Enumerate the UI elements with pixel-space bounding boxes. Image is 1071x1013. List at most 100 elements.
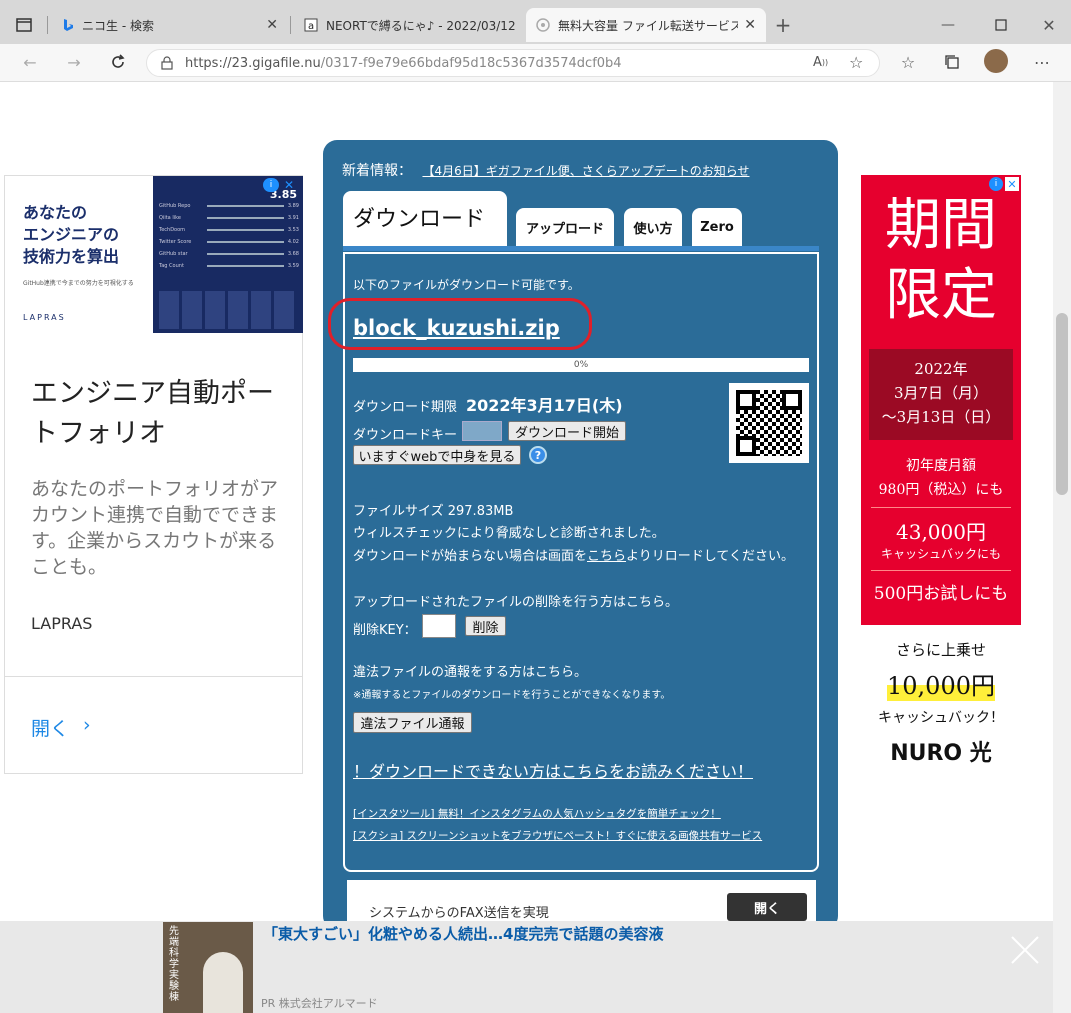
url-host: https://23.gigafile.nu	[185, 55, 321, 71]
ad-brand: LAPRAS	[31, 614, 93, 633]
address-bar[interactable]: https://23.gigafile.nu/0317-f9e79e66bdaf…	[146, 49, 880, 77]
tab-download[interactable]: ダウンロード	[343, 191, 507, 247]
tab-gigafile[interactable]: 無料大容量 ファイル転送サービス Gi ✕	[526, 8, 766, 42]
bottom-ad-headline[interactable]: 「東大すごい」化粧やめる人続出…4度完売で話題の美容液	[263, 923, 663, 944]
tab-title: ニコ生 - 検索	[82, 18, 154, 33]
reload-link[interactable]: こちら	[587, 549, 626, 564]
chevron-right-icon: ›	[83, 714, 91, 736]
virus-check: ウィルスチェックにより脅威なしと診断されました。	[353, 526, 665, 541]
tab-zero[interactable]: Zero	[692, 208, 742, 246]
delete-intro: アップロードされたファイルの削除を行う方はこちら。	[353, 595, 679, 610]
fax-ad-open-button[interactable]: 開く	[727, 893, 807, 921]
back-icon[interactable]: ←	[16, 49, 44, 75]
close-tab-icon[interactable]: ✕	[744, 17, 756, 33]
banner-line: エンジニアの	[23, 225, 120, 244]
banner-line: 技術力を算出	[23, 247, 120, 266]
profile-avatar[interactable]	[984, 49, 1008, 73]
key-label: ダウンロードキー	[353, 428, 458, 443]
close-ad-icon[interactable]: ✕	[281, 178, 297, 192]
tab-title: 無料大容量 ファイル転送サービス Gi	[558, 18, 739, 33]
minimize-icon[interactable]: —	[935, 12, 961, 38]
refresh-icon[interactable]	[104, 49, 132, 75]
favorites-icon[interactable]: ☆	[896, 50, 920, 74]
progress-text: 0%	[573, 360, 589, 370]
fax-ad-text: システムからのFAX送信を実現	[369, 906, 549, 921]
divider	[5, 676, 302, 677]
ad-headline: エンジニア自動ポートフォリオ	[31, 378, 274, 449]
score-card-image: 3.85 GitHub Repo 3.89 Qiita like 3.91 Tech…	[153, 176, 303, 333]
tab-upload[interactable]: アップロード	[516, 208, 614, 246]
open-label: 開く	[31, 718, 70, 740]
promo-bonus: さらに上乗せ 10,000円 キャッシュバック！ NURO 光	[861, 625, 1021, 774]
news-bar: 新着情報： 【4月6日】ギガファイル便、さくらアップデートのお知らせ	[342, 160, 750, 180]
promo-big: 期間	[885, 193, 997, 258]
page-scrollbar[interactable]	[1053, 82, 1071, 1013]
lock-icon	[161, 56, 173, 70]
insta-tool-link[interactable]: [インスタツール] 無料！インスタグラムの人気ハッシュタグを簡単チェック！	[353, 806, 721, 821]
read-aloud-icon[interactable]: A))	[813, 55, 828, 70]
tag-grid-image	[159, 291, 297, 329]
report-intro: 違法ファイルの通報をする方はこちら。	[353, 665, 588, 680]
download-start-button[interactable]: ダウンロード開始	[508, 421, 626, 441]
promo-offers: 初年度月額 980円（税込）にも 43,000円 キャッシュバックにも 500円…	[861, 455, 1021, 604]
close-tab-icon[interactable]: ✕	[266, 17, 278, 33]
download-intro: 以下のファイルがダウンロード可能です。	[353, 278, 580, 292]
file-size: ファイルサイズ 297.83MB	[353, 504, 514, 519]
url-path: /0317-f9e79e66bdaf95d18c5367d3574dcf0b4	[320, 55, 622, 71]
delete-button[interactable]: 削除	[465, 616, 506, 636]
tab-neort[interactable]: a NEORTで縛るにゃ♪ - 2022/03/12(	[294, 8, 526, 42]
more-menu-icon[interactable]: ⋯	[1030, 50, 1054, 74]
add-favorite-icon[interactable]: ☆	[849, 53, 863, 72]
cannot-download-link[interactable]: ！ダウンロードできない方はこちらをお読みください！	[353, 758, 753, 782]
tab-howto[interactable]: 使い方	[624, 208, 682, 246]
promo-big: 限定	[885, 263, 997, 328]
scrollbar-thumb[interactable]	[1056, 313, 1068, 495]
tab-title: NEORTで縛るにゃ♪ - 2022/03/12(	[326, 18, 516, 33]
banner-logo: LAPRAS	[23, 313, 66, 322]
collections-icon[interactable]	[940, 50, 964, 74]
tab-separator	[290, 16, 291, 34]
banner-sub: GitHub連携で今までの努力を可視化する	[23, 280, 134, 287]
news-link[interactable]: 【4月6日】ギガファイル便、さくらアップデートのお知らせ	[422, 164, 749, 178]
deadline-value: 2022年3月17日(木)	[466, 396, 623, 415]
tab-niconico[interactable]: ニコ生 - 検索 ✕	[52, 8, 288, 42]
ad-open-link[interactable]: 開く ›	[31, 714, 91, 741]
news-label: 新着情報：	[342, 163, 412, 179]
gigafile-icon	[536, 18, 550, 32]
banner-line: あなたの	[23, 203, 88, 222]
right-ad[interactable]: i ✕ 期間 限定 2022年 3月7日（月） 〜3月13日（日） 初年度月額 98…	[861, 175, 1021, 774]
qr-code-image	[729, 383, 809, 463]
promo-dates: 2022年 3月7日（月） 〜3月13日（日）	[869, 349, 1013, 440]
download-key-input[interactable]	[462, 421, 502, 441]
tab-separator	[47, 16, 48, 34]
ad-choices[interactable]: i ✕	[263, 178, 301, 192]
maximize-icon[interactable]	[988, 12, 1014, 38]
close-window-icon[interactable]: ✕	[1036, 12, 1062, 38]
screenshot-link[interactable]: [スクショ] スクリーンショットをブラウザにペースト！すぐに使える画像共有サービ…	[353, 828, 762, 843]
help-icon[interactable]: ?	[529, 446, 547, 464]
filename-link[interactable]: block_kuzushi.zip	[353, 316, 560, 340]
ad-body: あなたのポートフォリオがアカウント連携で自動でできます。企業からスカウトが来るこ…	[31, 478, 279, 578]
left-ad[interactable]: あなたの エンジニアの 技術力を算出 GitHub連携で今までの努力を可視化する…	[4, 175, 303, 774]
deadline-label: ダウンロード期限	[353, 400, 458, 415]
close-bottom-ad-icon[interactable]	[1008, 933, 1042, 967]
retry-line: ダウンロードが始まらない場合は画面をこちらよりリロードしてください。	[353, 549, 794, 564]
close-ad-icon[interactable]: ✕	[1005, 177, 1019, 191]
progress-bar: 0%	[353, 358, 809, 372]
tab-actions-icon[interactable]	[12, 14, 36, 36]
report-button[interactable]: 違法ファイル通報	[353, 712, 472, 733]
info-icon[interactable]: i	[989, 177, 1003, 191]
forward-icon[interactable]: →	[60, 49, 88, 75]
info-icon[interactable]: i	[263, 178, 279, 192]
lapras-banner: あなたの エンジニアの 技術力を算出 GitHub連携で今までの努力を可視化する…	[5, 176, 153, 333]
new-tab-icon[interactable]: +	[770, 12, 796, 38]
delete-key-input[interactable]	[422, 614, 456, 638]
tab-underline	[343, 246, 819, 251]
fax-ad[interactable]: システムからのFAX送信を実現 開く	[347, 880, 816, 921]
ad-choices[interactable]: i ✕	[989, 177, 1019, 191]
delete-key-label: 削除KEY：	[353, 623, 417, 638]
web-preview-button[interactable]: いますぐwebで中身を見る	[353, 445, 521, 465]
nuro-logo: NURO 光	[890, 741, 992, 766]
score-rows: GitHub Repo 3.89 Qiita like 3.91 TechDoom 3…	[159, 203, 299, 269]
bing-icon	[64, 19, 73, 31]
